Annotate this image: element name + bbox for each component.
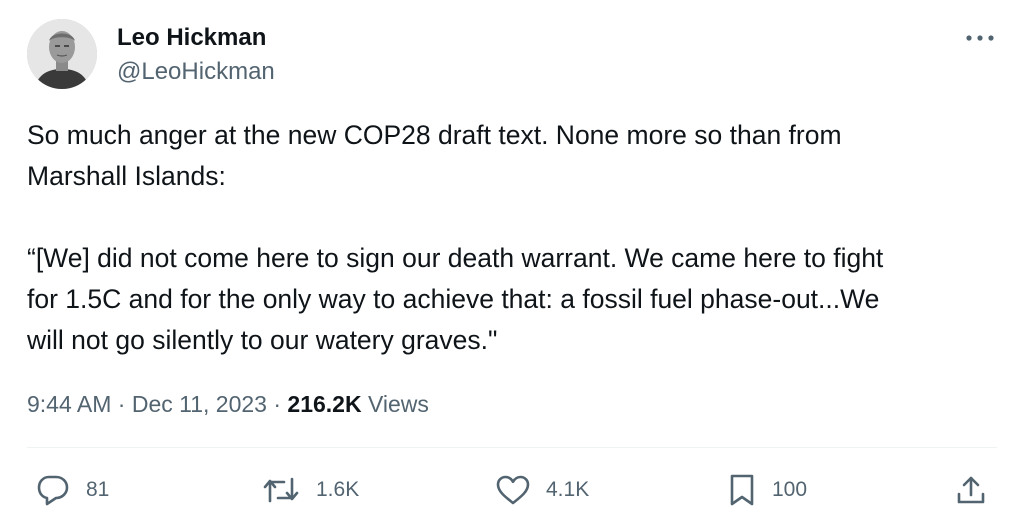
share-upload-icon bbox=[957, 476, 985, 504]
bookmark-icon bbox=[730, 474, 754, 506]
reply-bubble-icon bbox=[37, 475, 69, 506]
heart-icon bbox=[496, 475, 530, 505]
divider bbox=[27, 447, 997, 448]
bookmark-count: 100 bbox=[772, 478, 808, 501]
views-count: 216.2K bbox=[287, 391, 362, 417]
like-button[interactable]: 4.1K bbox=[496, 473, 589, 507]
bookmark-button[interactable]: 100 bbox=[728, 473, 807, 507]
meta-separator: · bbox=[111, 391, 132, 417]
repost-count: 1.6K bbox=[316, 478, 360, 501]
tweet-text: So much anger at the new COP28 draft tex… bbox=[27, 120, 884, 355]
tweet-time[interactable]: 9:44 AM bbox=[27, 391, 111, 417]
more-horizontal-icon bbox=[966, 35, 994, 41]
avatar[interactable] bbox=[27, 19, 97, 89]
user-photo-avatar-icon bbox=[27, 19, 97, 89]
like-count: 4.1K bbox=[546, 478, 590, 501]
reply-count: 81 bbox=[86, 478, 110, 501]
repost-button[interactable]: 1.6K bbox=[262, 473, 359, 507]
reply-button[interactable]: 81 bbox=[36, 473, 109, 507]
author-handle[interactable]: @LeoHickman bbox=[117, 58, 275, 86]
author-display-name[interactable]: Leo Hickman bbox=[117, 24, 266, 52]
views-label: Views bbox=[361, 391, 429, 417]
tweet-date[interactable]: Dec 11, 2023 bbox=[132, 391, 267, 417]
tweet-card: Leo Hickman @LeoHickman So much anger at… bbox=[0, 0, 1024, 528]
more-options-button[interactable] bbox=[962, 26, 998, 50]
tweet-meta: 9:44 AM · Dec 11, 2023 · 216.2K Views bbox=[27, 389, 429, 419]
share-button[interactable] bbox=[955, 473, 987, 507]
meta-separator: · bbox=[266, 391, 288, 417]
repost-arrows-icon bbox=[263, 477, 299, 503]
